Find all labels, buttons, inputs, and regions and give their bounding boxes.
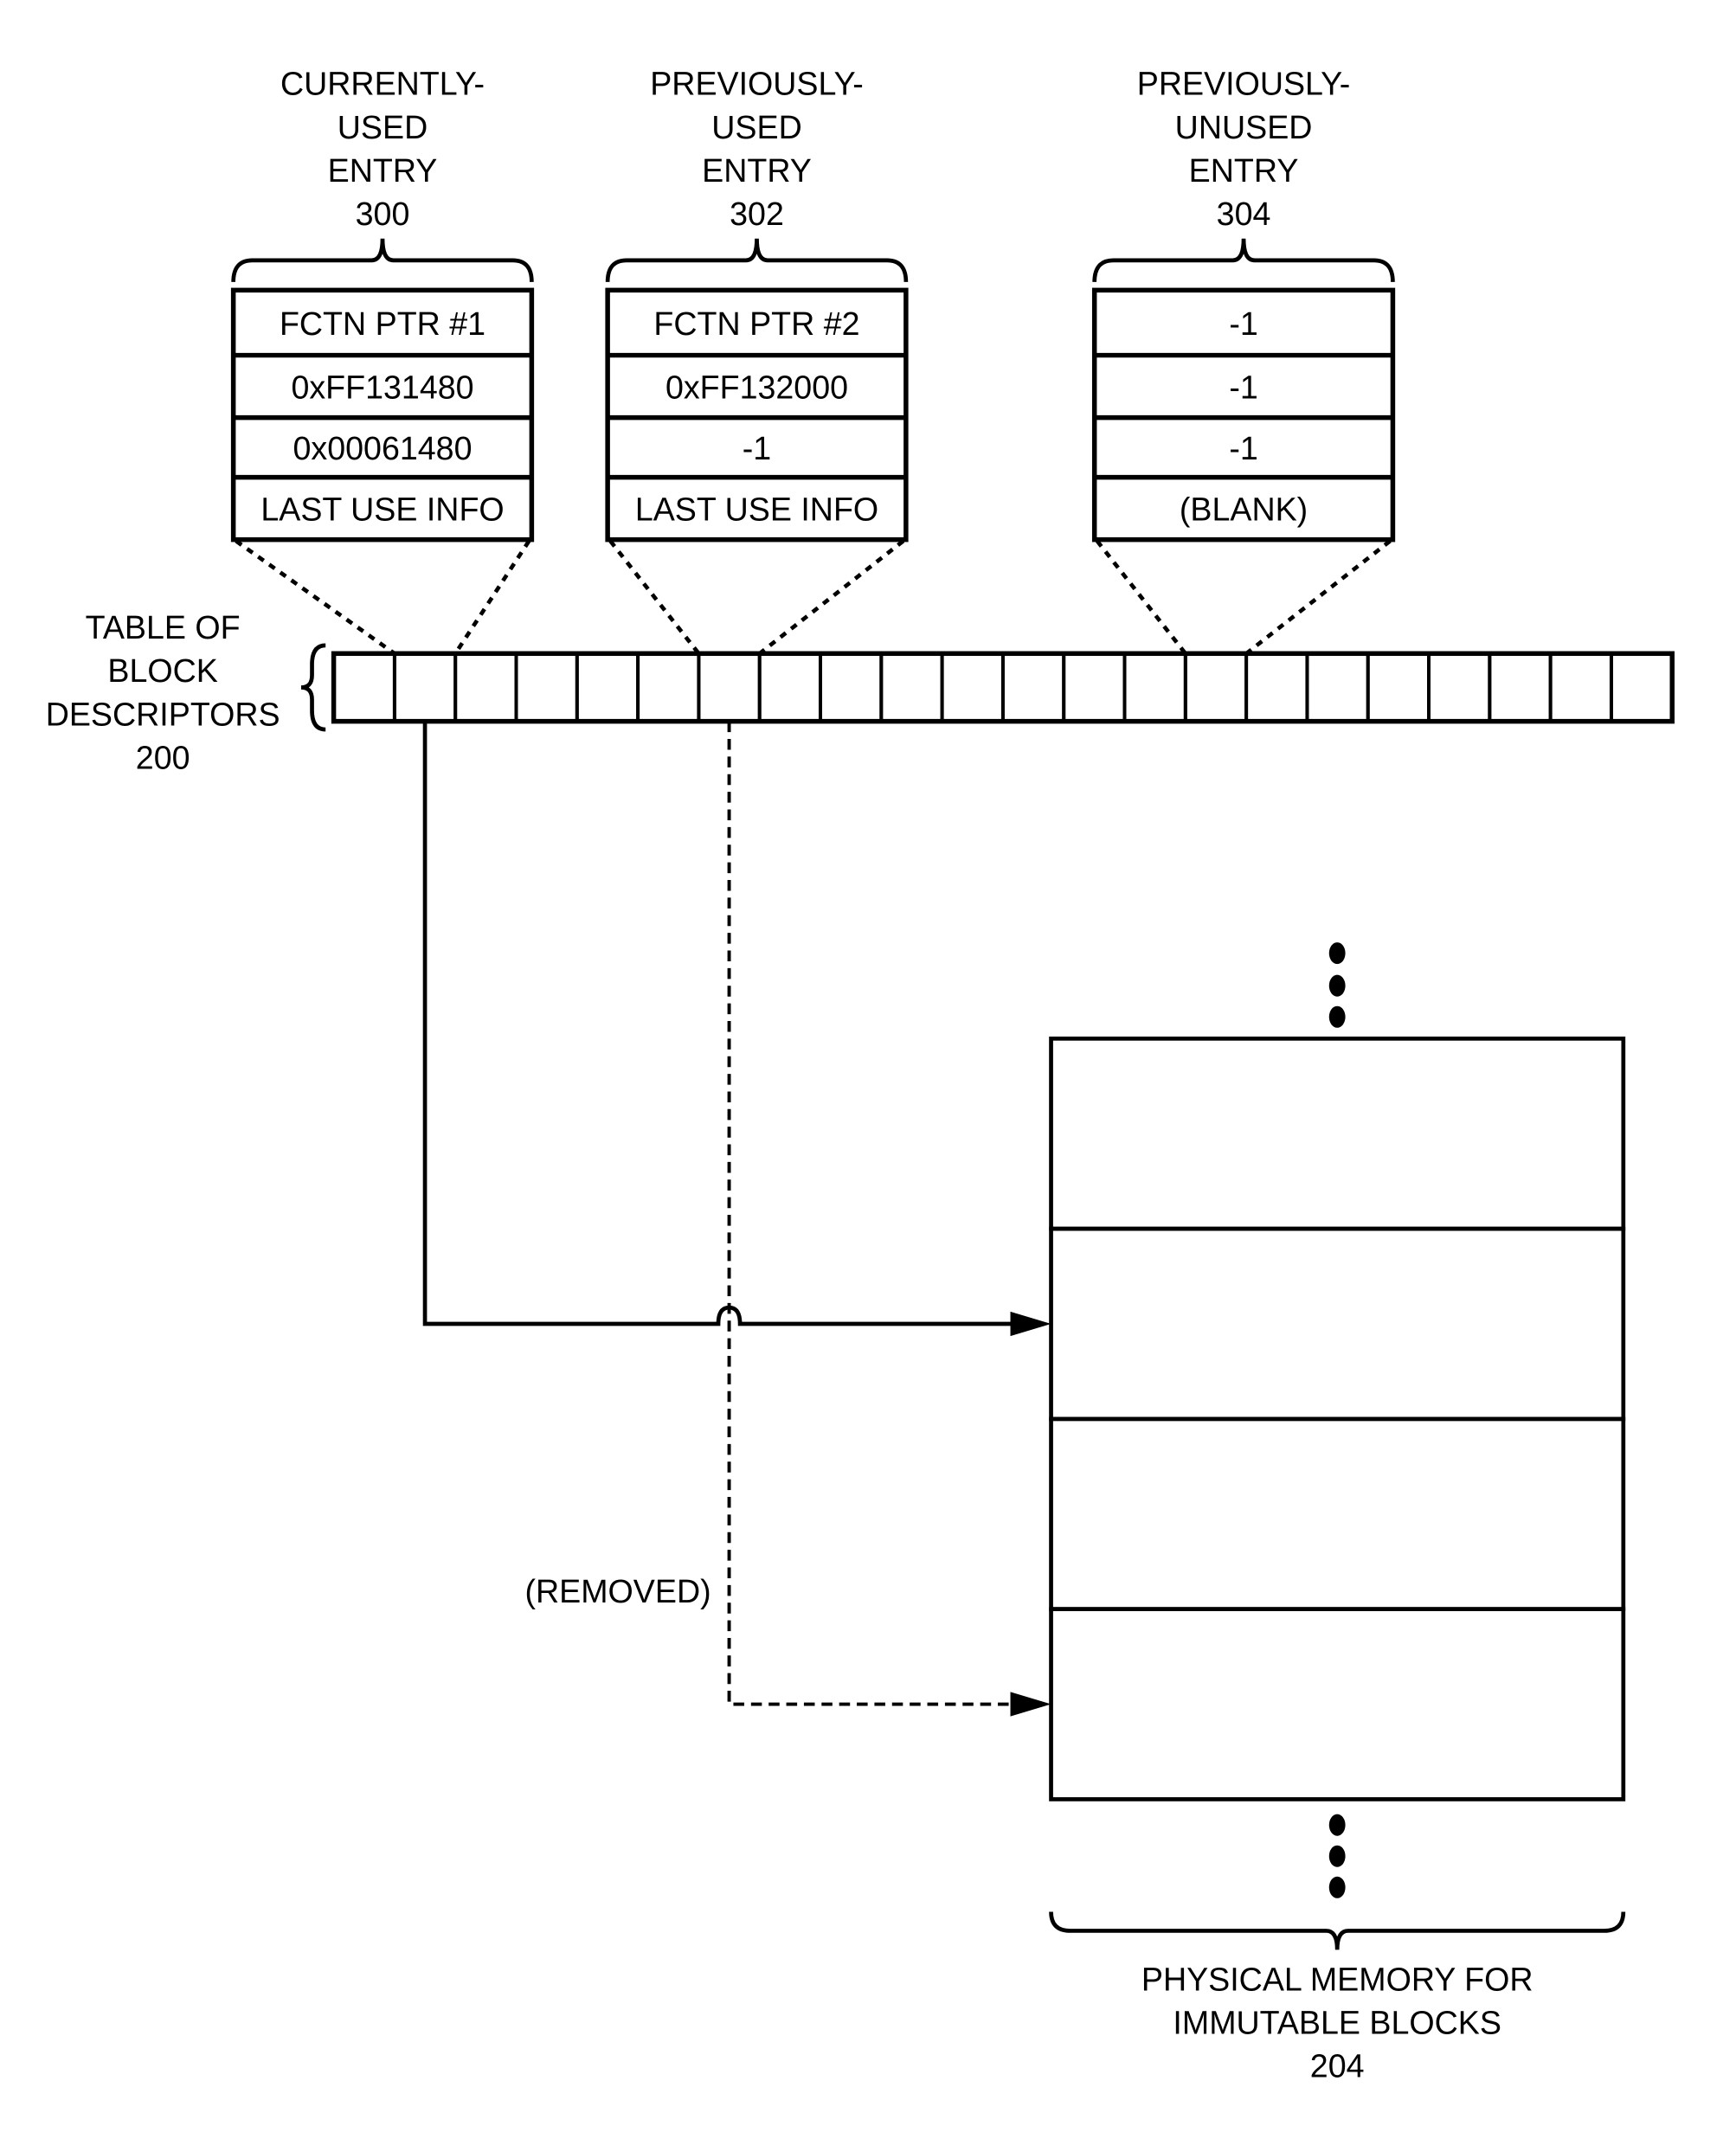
entry-label-line: UNUSED — [1175, 109, 1313, 145]
table-cell — [331, 652, 396, 723]
table-cell — [636, 652, 701, 723]
table-cell — [819, 652, 884, 723]
table-cell — [757, 652, 822, 723]
memory-label-line: IMMUTABLE BLOCKS — [1173, 2005, 1501, 2041]
entry-field: -1 — [743, 430, 771, 466]
table-cell — [1122, 652, 1187, 723]
entry-label-line: USED — [338, 109, 428, 145]
removed-label: (REMOVED) — [525, 1573, 711, 1609]
solid-connector — [422, 721, 1016, 1326]
zoom-line — [453, 539, 531, 655]
brace-icon — [1092, 238, 1395, 283]
entry-label-line: CURRENTLY- — [280, 66, 485, 102]
ellipsis-dot-icon — [1328, 1845, 1346, 1867]
zoom-line — [608, 539, 701, 655]
entry-field: 0x00061480 — [293, 430, 473, 466]
zoom-line — [758, 539, 905, 656]
memory-block — [1049, 1416, 1626, 1611]
table-cell — [575, 652, 640, 723]
entry-field: 0xFF132000 — [665, 369, 848, 406]
table-label-line: TABLE OF — [86, 609, 241, 645]
entry-label-line: 302 — [730, 196, 784, 232]
ellipsis-dot-icon — [1328, 1005, 1346, 1028]
entry-field: LAST USE INFO — [260, 491, 504, 528]
entry-field: (BLANK) — [1180, 491, 1308, 528]
table-cell — [1062, 652, 1127, 723]
brace-icon — [300, 643, 326, 732]
previously-used-entry: PREVIOUSLY- USED ENTRY 302 FCTN PTR #2 0xFF13… — [605, 66, 909, 656]
brace-icon — [605, 238, 909, 283]
ellipsis-dot-icon — [1328, 1814, 1346, 1836]
entry-label-line: ENTRY — [1189, 152, 1299, 189]
zoom-line — [1095, 539, 1187, 655]
table-cell — [1366, 652, 1431, 723]
previously-unused-entry: PREVIOUSLY- UNUSED ENTRY 304 -1 -1 -1 (BLANK) — [1091, 66, 1396, 656]
brace-icon — [1049, 1911, 1626, 1950]
table-cell — [392, 652, 458, 723]
entry-field: FCTN PTR #1 — [280, 305, 485, 342]
table-cell — [1609, 652, 1675, 723]
table-cell — [879, 652, 944, 723]
currently-used-entry: CURRENTLY- USED ENTRY 300 FCTN PTR #1 0xFF131… — [230, 66, 535, 656]
table-cell — [1548, 652, 1613, 723]
zoom-line — [1244, 539, 1392, 656]
table-cell — [1427, 652, 1492, 723]
entry-label-line: 300 — [356, 196, 410, 232]
diagram: CURRENTLY- USED ENTRY 300 FCTN PTR #1 0xFF131… — [46, 66, 1675, 2084]
current-link — [422, 721, 1051, 1337]
memory-label-line: PHYSICAL MEMORY FOR — [1141, 1961, 1533, 1997]
table-cell — [1488, 652, 1553, 723]
memory-label-line: 204 — [1310, 2048, 1365, 2084]
entry-field: LAST USE INFO — [635, 491, 878, 528]
brace-icon — [231, 238, 534, 283]
table-cell — [453, 652, 518, 723]
entry-field: FCTN PTR #2 — [653, 305, 859, 342]
ellipsis-dot-icon — [1328, 942, 1346, 965]
memory-block — [1049, 1036, 1626, 1231]
table-cell — [1000, 652, 1066, 723]
dashed-connector — [727, 721, 1016, 1706]
table-label-line: 200 — [136, 739, 190, 775]
table-cell — [940, 652, 1005, 723]
ellipsis-dot-icon — [1328, 1876, 1346, 1898]
entry-label-line: 304 — [1217, 196, 1271, 232]
entry-field: 0xFF131480 — [291, 369, 473, 406]
memory-block — [1049, 1607, 1626, 1801]
physical-memory: PHYSICAL MEMORY FOR IMMUTABLE BLOCKS 204 — [1049, 942, 1626, 2084]
table-label-line: BLOCK — [107, 652, 217, 689]
entries-layer: CURRENTLY- USED ENTRY 300 FCTN PTR #1 0xFF131… — [230, 66, 1396, 656]
table-cell — [1305, 652, 1370, 723]
ellipsis-dot-icon — [1328, 974, 1346, 997]
arrowhead-icon — [1010, 1692, 1051, 1717]
entry-field: -1 — [1229, 430, 1257, 466]
links-layer: (REMOVED) — [422, 721, 1051, 1717]
table-cell — [1244, 652, 1309, 723]
zoom-line — [235, 539, 396, 656]
table-cell — [1183, 652, 1249, 723]
entry-label-line: PREVIOUSLY- — [650, 66, 864, 102]
entry-label-line: ENTRY — [702, 152, 812, 189]
table-cell — [514, 652, 579, 723]
descriptor-table: TABLE OF BLOCK DESCRIPTORS 200 — [46, 609, 1675, 775]
memory-block — [1049, 1226, 1626, 1422]
entry-label-line: PREVIOUSLY- — [1137, 66, 1351, 102]
entry-label-line: ENTRY — [328, 152, 438, 189]
entry-label-line: USED — [711, 109, 801, 145]
table-cell — [697, 652, 762, 723]
entry-field: -1 — [1229, 369, 1257, 406]
arrowhead-icon — [1010, 1311, 1051, 1337]
removed-link: (REMOVED) — [525, 721, 1051, 1717]
entry-field: -1 — [1229, 305, 1257, 342]
table-label-line: DESCRIPTORS — [46, 696, 280, 732]
